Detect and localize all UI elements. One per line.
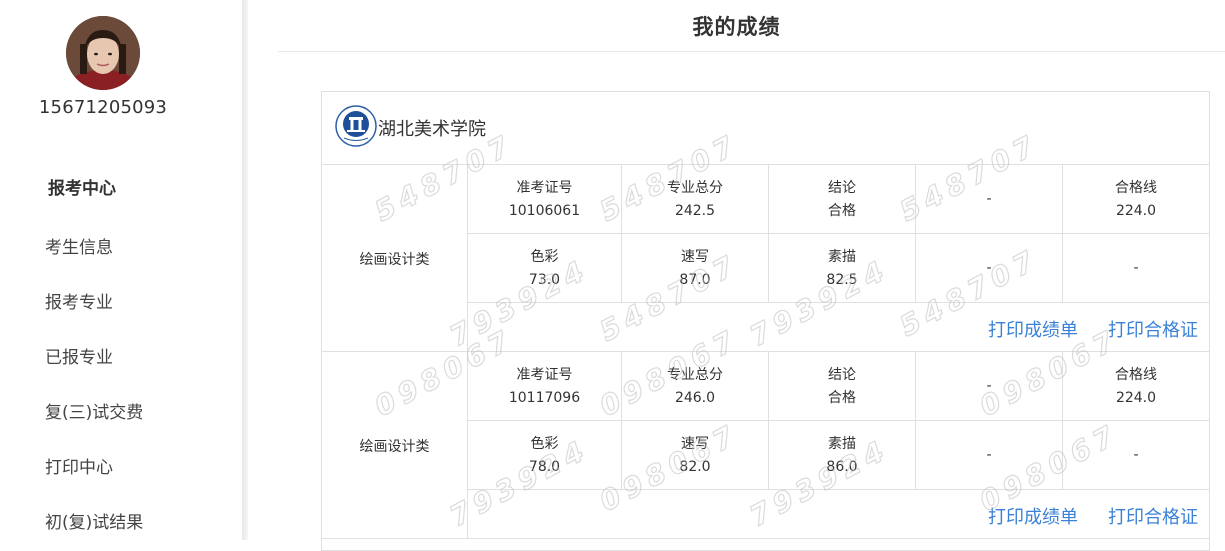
grid-cell: 色彩 78.0 xyxy=(468,421,622,490)
school-name: 湖北美术学院 xyxy=(378,119,486,140)
title-divider xyxy=(278,51,1225,52)
category-cell: 绘画设计类 xyxy=(322,352,468,539)
grid-cell: 结论 合格 xyxy=(769,352,916,421)
print-certificate-link[interactable]: 打印合格证 xyxy=(1108,316,1198,342)
grid-cell: 合格线 224.0 xyxy=(1115,366,1157,406)
sidebar-item-retest-fee[interactable]: 复(三)试交费 xyxy=(45,398,143,423)
grid-cell: - xyxy=(916,165,1063,234)
grid-cell: 速写 82.0 xyxy=(622,421,769,490)
score-block: 绘画设计类 准考证号 10106061 专业总分 242.5 结论 合格 - 合格线 2… xyxy=(322,165,1209,352)
score-block: 绘画设计类 准考证号 10117096 专业总分 246.0 结论 合格 - 合格线 2… xyxy=(322,352,1209,539)
grid-cell: 专业总分 246.0 xyxy=(622,352,769,421)
menu-heading: 报考中心 xyxy=(48,179,116,199)
grid-cell: - xyxy=(916,234,1063,303)
score-card: 湖北美术学院 绘画设计类 准考证号 10106061 专业总分 242.5 结论 合格… xyxy=(321,91,1210,551)
grid-cell: - xyxy=(1133,447,1139,463)
action-row: 打印成绩单 打印合格证 xyxy=(468,490,1209,539)
school-logo-icon xyxy=(335,105,377,147)
page-title: 我的成绩 xyxy=(692,15,781,39)
grid-cell: 素描 86.0 xyxy=(769,421,916,490)
sidebar-item-print-center[interactable]: 打印中心 xyxy=(45,453,113,478)
sidebar-item-applied-majors[interactable]: 已报专业 xyxy=(45,343,113,368)
grid-cell: 结论 合格 xyxy=(769,165,916,234)
sidebar-item-apply-major[interactable]: 报考专业 xyxy=(45,288,113,313)
user-phone: 15671205093 xyxy=(38,97,168,118)
grid-cell: 速写 87.0 xyxy=(622,234,769,303)
print-score-link[interactable]: 打印成绩单 xyxy=(988,503,1078,529)
avatar[interactable] xyxy=(66,16,140,90)
grid-cell: 合格线 224.0 xyxy=(1115,179,1157,219)
main-content: 我的成绩 湖北美术学院 绘画设计类 准考证号 10106061 专业总分 242.5 xyxy=(248,0,1225,551)
action-row: 打印成绩单 打印合格证 xyxy=(468,303,1209,352)
grid-cell: 准考证号 10117096 xyxy=(468,352,622,421)
school-header: 湖北美术学院 xyxy=(322,92,1209,165)
grid-cell: 准考证号 10106061 xyxy=(468,165,622,234)
grid-cell: 专业总分 242.5 xyxy=(622,165,769,234)
print-certificate-link[interactable]: 打印合格证 xyxy=(1108,503,1198,529)
grid-cell: - xyxy=(916,421,1063,490)
grid-cell: 色彩 73.0 xyxy=(468,234,622,303)
grid-cell: 素描 82.5 xyxy=(769,234,916,303)
print-score-link[interactable]: 打印成绩单 xyxy=(988,316,1078,342)
grid-cell: - xyxy=(916,352,1063,421)
grid-cell: - xyxy=(1133,260,1139,276)
category-cell: 绘画设计类 xyxy=(322,165,468,352)
sidebar-item-exam-results[interactable]: 初(复)试结果 xyxy=(45,508,143,533)
sidebar: 15671205093 报考中心 考生信息 报考专业 已报专业 复(三)试交费 … xyxy=(0,0,242,540)
sidebar-item-candidate-info[interactable]: 考生信息 xyxy=(45,233,113,258)
